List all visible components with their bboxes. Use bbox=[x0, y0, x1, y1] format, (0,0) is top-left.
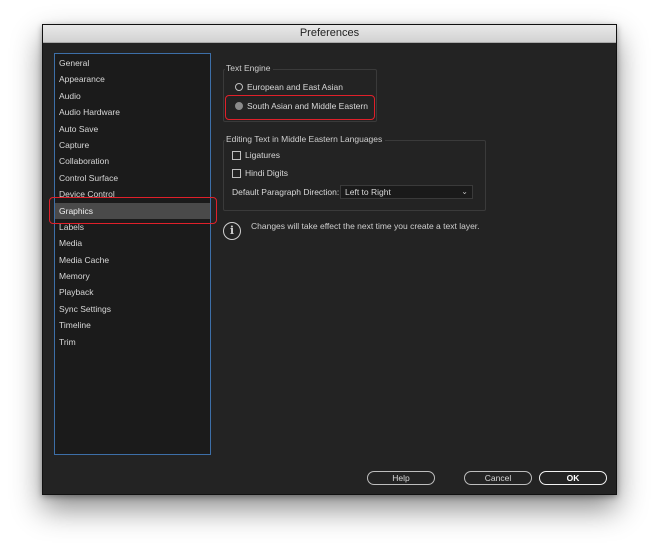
ligatures-label: Ligatures bbox=[245, 150, 280, 160]
radio-european-east-asian[interactable]: European and East Asian bbox=[235, 82, 343, 92]
radio-button-icon[interactable] bbox=[235, 83, 243, 91]
hindi-digits-checkbox-row[interactable]: Hindi Digits bbox=[232, 168, 288, 178]
preferences-sidebar: General Appearance Audio Audio Hardware … bbox=[54, 53, 211, 455]
chevron-down-icon: ⌄ bbox=[461, 187, 468, 196]
sidebar-item-labels[interactable]: Labels bbox=[55, 219, 210, 235]
sidebar-item-audio-hardware[interactable]: Audio Hardware bbox=[55, 104, 210, 120]
preferences-window: Preferences General Appearance Audio Aud… bbox=[42, 24, 617, 495]
sidebar-item-trim[interactable]: Trim bbox=[55, 334, 210, 350]
sidebar-item-memory[interactable]: Memory bbox=[55, 268, 210, 284]
radio-label-european: European and East Asian bbox=[247, 82, 343, 92]
sidebar-item-general[interactable]: General bbox=[55, 55, 210, 71]
paragraph-direction-dropdown[interactable]: Left to Right ⌄ bbox=[340, 185, 473, 199]
paragraph-direction-value: Left to Right bbox=[345, 187, 391, 197]
window-title: Preferences bbox=[43, 25, 616, 43]
direction-label: Default Paragraph Direction: bbox=[232, 187, 340, 197]
text-engine-label: Text Engine bbox=[225, 63, 274, 73]
sidebar-item-capture[interactable]: Capture bbox=[55, 137, 210, 153]
cancel-button[interactable]: Cancel bbox=[464, 471, 532, 485]
radio-label-south-asian: South Asian and Middle Eastern bbox=[247, 101, 368, 111]
info-message: Changes will take effect the next time y… bbox=[251, 221, 480, 231]
middle-eastern-label: Editing Text in Middle Eastern Languages bbox=[225, 134, 386, 144]
sidebar-item-timeline[interactable]: Timeline bbox=[55, 317, 210, 333]
sidebar-item-appearance[interactable]: Appearance bbox=[55, 71, 210, 87]
sidebar-item-playback[interactable]: Playback bbox=[55, 284, 210, 300]
ligatures-checkbox[interactable] bbox=[232, 150, 241, 160]
help-button[interactable]: Help bbox=[367, 471, 435, 485]
sidebar-item-collaboration[interactable]: Collaboration bbox=[55, 153, 210, 169]
sidebar-item-auto-save[interactable]: Auto Save bbox=[55, 121, 210, 137]
sidebar-item-audio[interactable]: Audio bbox=[55, 88, 210, 104]
radio-south-asian-middle-eastern[interactable]: South Asian and Middle Eastern bbox=[235, 101, 368, 111]
sidebar-item-control-surface[interactable]: Control Surface bbox=[55, 170, 210, 186]
info-icon: i bbox=[223, 222, 241, 240]
ligatures-checkbox-row[interactable]: Ligatures bbox=[232, 150, 280, 160]
radio-button-checked-icon[interactable] bbox=[235, 102, 243, 110]
sidebar-item-media[interactable]: Media bbox=[55, 235, 210, 251]
hindi-digits-label: Hindi Digits bbox=[245, 168, 288, 178]
sidebar-item-graphics[interactable]: Graphics bbox=[55, 202, 210, 219]
hindi-digits-checkbox[interactable] bbox=[232, 168, 241, 178]
sidebar-item-media-cache[interactable]: Media Cache bbox=[55, 252, 210, 268]
text-engine-group bbox=[223, 69, 377, 122]
sidebar-item-sync-settings[interactable]: Sync Settings bbox=[55, 301, 210, 317]
ok-button[interactable]: OK bbox=[539, 471, 607, 485]
sidebar-item-device-control[interactable]: Device Control bbox=[55, 186, 210, 202]
